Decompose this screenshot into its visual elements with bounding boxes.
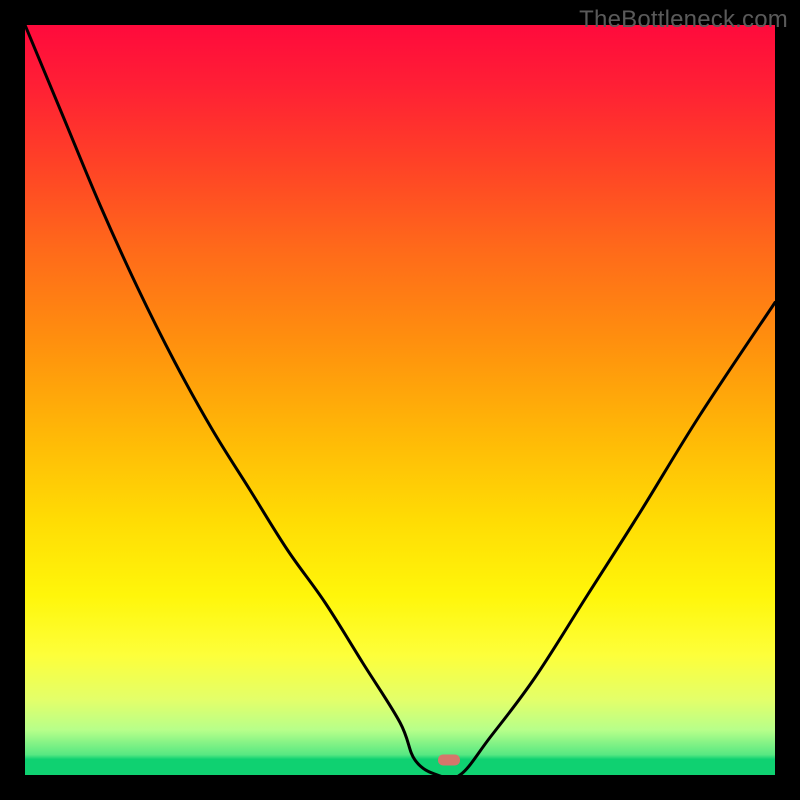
bottleneck-curve [25, 25, 775, 775]
chart-frame: TheBottleneck.com [0, 0, 800, 800]
watermark-text: TheBottleneck.com [579, 6, 788, 34]
minimum-marker [438, 755, 460, 766]
plot-area [25, 25, 775, 775]
